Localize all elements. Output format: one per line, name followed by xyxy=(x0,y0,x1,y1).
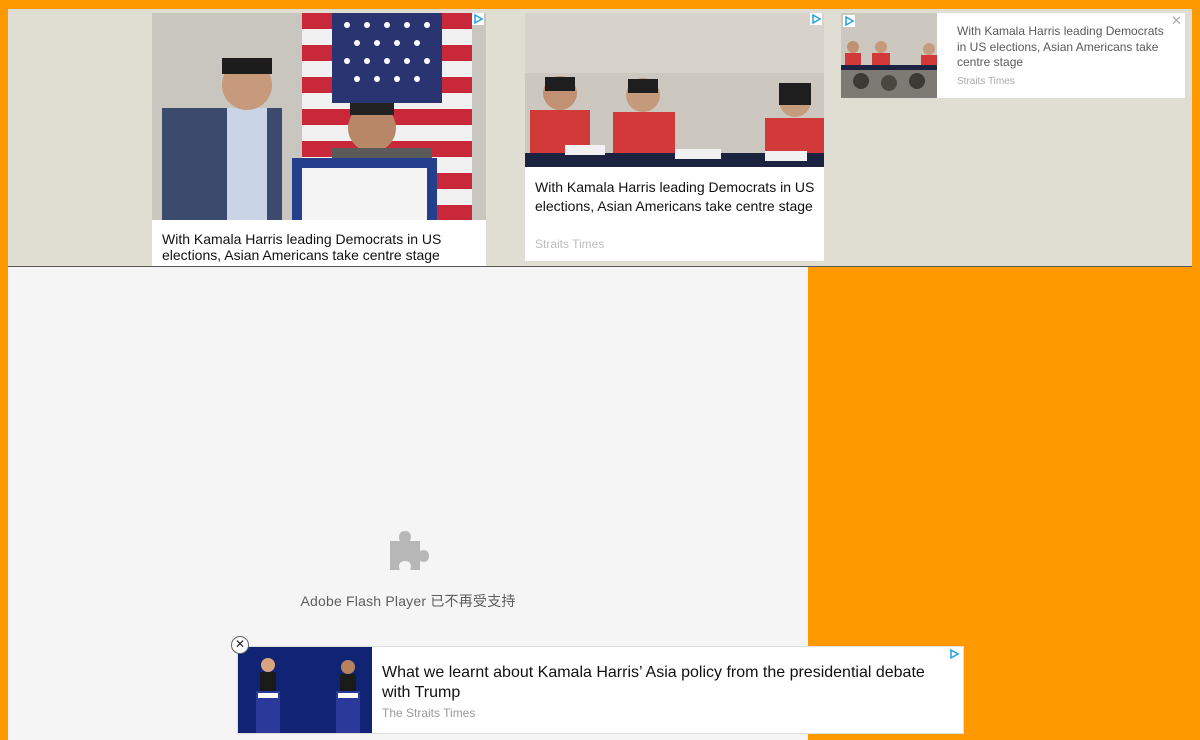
ad-card-2[interactable]: With Kamala Harris leading Democrats in … xyxy=(525,13,824,261)
ad-card-2-source[interactable]: Straits Times xyxy=(535,237,604,251)
top-ad-strip: With Kamala Harris leading Democrats in … xyxy=(8,9,1192,267)
adchoices-icon[interactable] xyxy=(472,13,484,25)
ad-card-3-close-icon[interactable]: ✕ xyxy=(1171,13,1182,29)
ad-card-3-source[interactable]: Straits Times xyxy=(957,76,1015,87)
bottom-ad-image[interactable] xyxy=(238,647,372,733)
ad-card-2-image[interactable] xyxy=(525,13,824,167)
adchoices-icon[interactable] xyxy=(843,15,855,27)
ad-card-3-image[interactable] xyxy=(841,13,937,98)
ad-card-2-title[interactable]: With Kamala Harris leading Democrats in … xyxy=(535,178,819,215)
flash-unsupported-message: Adobe Flash Player 已不再受支持 xyxy=(300,593,516,609)
puzzle-piece-icon xyxy=(390,531,429,570)
ad-card-1[interactable]: With Kamala Harris leading Democrats in … xyxy=(152,13,486,266)
bottom-ad-title[interactable]: What we learnt about Kamala Harris’ Asia… xyxy=(382,663,942,703)
ad-card-3[interactable]: With Kamala Harris leading Democrats in … xyxy=(841,13,1185,98)
bottom-ad-close-icon[interactable]: ✕ xyxy=(231,636,249,654)
ad-card-1-image[interactable] xyxy=(152,13,486,220)
ad-card-3-title[interactable]: With Kamala Harris leading Democrats in … xyxy=(957,24,1169,71)
adchoices-icon[interactable] xyxy=(948,648,960,660)
ad-card-1-title[interactable]: With Kamala Harris leading Democrats in … xyxy=(162,231,480,263)
adchoices-icon[interactable] xyxy=(810,13,822,25)
bottom-ad-card[interactable]: What we learnt about Kamala Harris’ Asia… xyxy=(237,646,964,734)
bottom-ad-source[interactable]: The Straits Times xyxy=(382,706,475,720)
